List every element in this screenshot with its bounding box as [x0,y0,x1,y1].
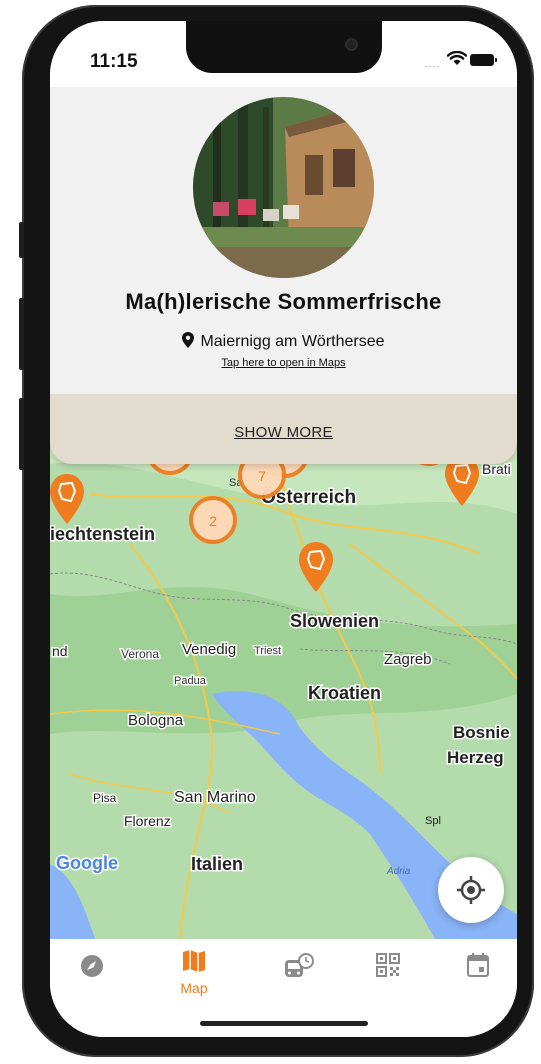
label-split: Spl [425,815,441,827]
show-more-label: SHOW MORE [234,424,333,441]
mute-switch [19,222,24,258]
place-title: Ma(h)lerische Sommerfrische [125,289,442,314]
place-photo [193,97,374,278]
signal-icon: .... [425,59,441,70]
label-croatia: Kroatien [308,683,381,703]
wifi-icon [447,51,467,65]
label-bosnia: Bosnie [453,723,510,742]
label-venice: Venedig [182,641,236,658]
label-florence: Florenz [124,813,171,829]
notch [186,21,382,73]
qr-code-icon [376,953,400,977]
label-zagreb: Zagreb [384,651,432,668]
place-header: Ma(h)lerische Sommerfrische Maiernigg am… [50,87,517,394]
volume-up-button [19,298,24,370]
bus-clock-icon [285,953,314,977]
label-slovenia: Slowenien [290,611,379,631]
label-liechtenstein: iechtenstein [50,524,155,544]
tab-map-label: Map [180,980,208,996]
show-more-button[interactable]: SHOW MORE [50,394,517,464]
label-verona: Verona [121,647,159,661]
compass-icon [81,955,103,977]
place-location: Maiernigg am Wörthersee [50,332,517,351]
battery-icon [470,54,497,66]
volume-down-button [19,398,24,470]
tab-calendar[interactable] [448,953,508,982]
label-herzeg: Herzeg [447,748,504,767]
location-text: Maiernigg am Wörthersee [200,333,385,350]
tab-map[interactable]: Map [164,949,224,996]
crosshair-icon [457,876,485,904]
front-camera [347,40,356,49]
tab-transport[interactable] [269,953,329,986]
my-location-button[interactable] [438,857,504,923]
label-trieste: Triest [254,645,281,657]
tab-explore[interactable] [62,953,122,984]
label-pisa: Pisa [93,791,117,805]
home-indicator[interactable] [200,1021,368,1026]
label-padua: Padua [174,675,207,687]
cluster-marker[interactable]: 2 [189,496,237,544]
cluster-count: 7 [258,468,266,484]
status-bar: 11:15 .... [50,21,517,87]
cluster-count: 2 [209,513,217,529]
tab-scan[interactable] [358,953,418,982]
label-bologna: Bologna [128,712,184,729]
google-logo: Google [56,853,118,873]
app-screen: 11:15 .... Ma(h)lerische Sommerfrische M… [50,21,517,1037]
open-in-maps-link[interactable]: Tap here to open in Maps [50,357,517,369]
map-pin-icon [182,332,195,348]
label-adria: Adria [386,866,411,877]
label-italy: Italien [191,854,243,874]
label-san-marino: San Marino [174,789,256,806]
calendar-icon [467,953,489,977]
label-nd: nd [52,643,68,659]
status-time: 11:15 [90,51,138,72]
map-icon [183,950,205,972]
